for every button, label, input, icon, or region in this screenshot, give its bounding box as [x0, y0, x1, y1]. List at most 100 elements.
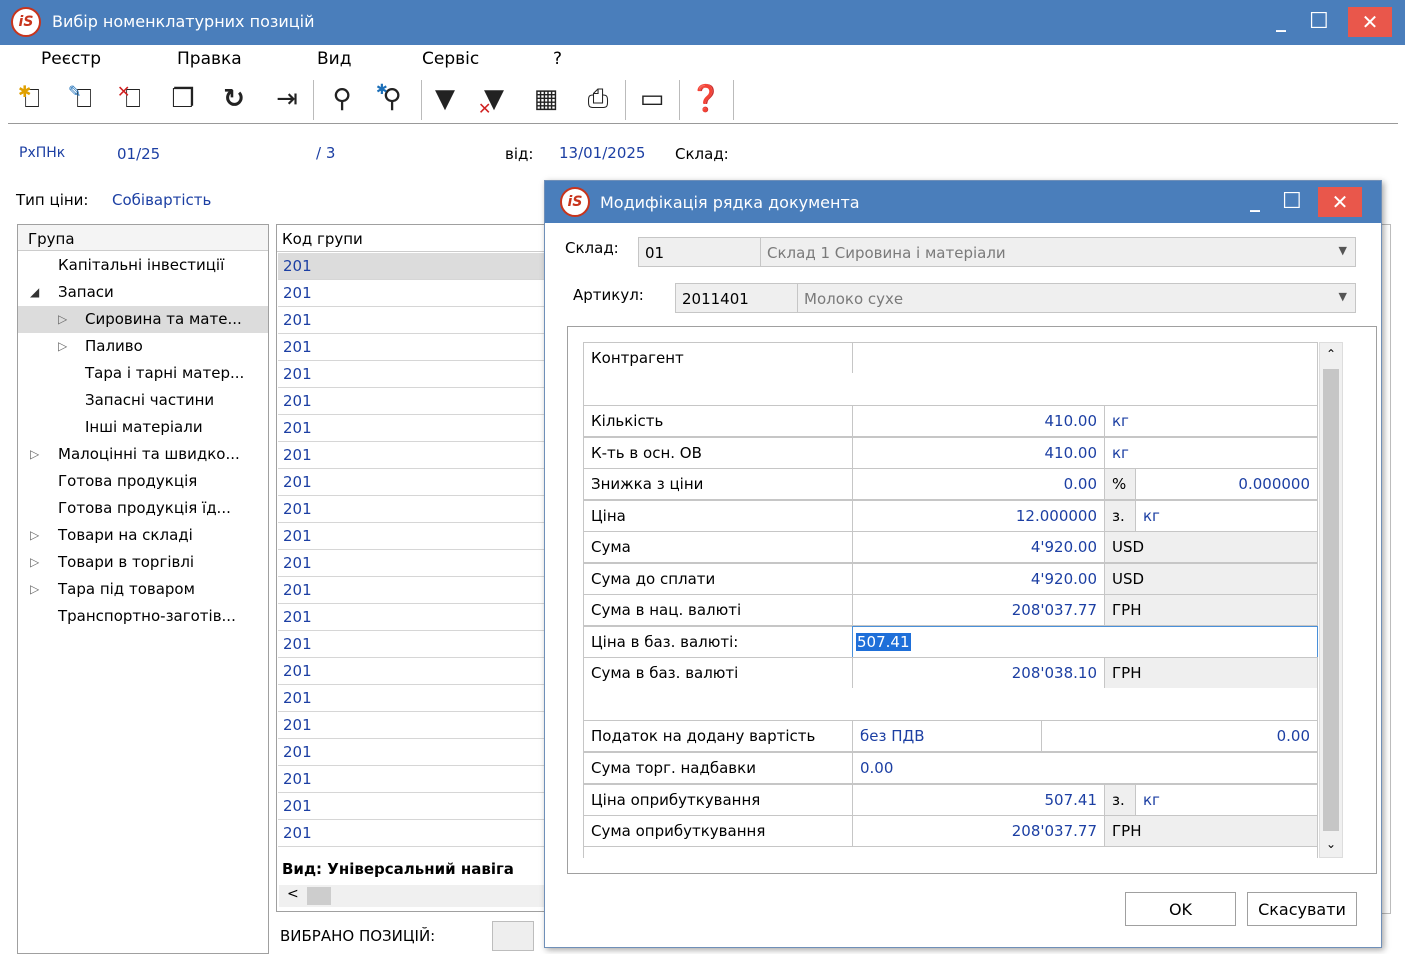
tree-item[interactable]: Інші матеріали [18, 414, 268, 441]
scroll-thumb[interactable] [1323, 369, 1339, 831]
qty-base-field[interactable]: 410.00 [852, 437, 1105, 469]
horizontal-scrollbar[interactable]: < [279, 885, 545, 907]
table-row[interactable]: 201 [278, 658, 546, 685]
table-row[interactable]: 201 [278, 766, 546, 793]
qty-base-label: К-ть в осн. ОВ [583, 437, 853, 469]
dialog-minimize-button[interactable]: _ [1250, 188, 1260, 212]
discount-percent-field[interactable]: 0.000000 [1135, 468, 1318, 500]
close-button[interactable]: ✕ [1348, 7, 1392, 37]
price-type-value[interactable]: Собівартість [112, 191, 211, 209]
export-icon[interactable]: ⇥ [269, 80, 305, 118]
tree-item[interactable]: ◢ Запаси [18, 279, 268, 306]
code-header[interactable]: Код групи [277, 225, 547, 252]
search-next-icon[interactable]: ✱ ⚲ [374, 80, 410, 118]
tree-item[interactable]: ▷ Сировина та мате... [18, 306, 268, 333]
qty-base-unit[interactable]: кг [1104, 437, 1318, 469]
tree-item[interactable]: Запасні частини [18, 387, 268, 414]
refresh-icon[interactable]: ↻ [216, 80, 252, 118]
qty-label: Кількість [583, 405, 853, 437]
menu-help[interactable]: ? [553, 49, 562, 69]
tree-header[interactable]: Група [18, 225, 268, 251]
table-row[interactable]: 201 [278, 550, 546, 577]
table-row[interactable]: 201 [278, 496, 546, 523]
cost-sum-field[interactable]: 208'037.77 [852, 815, 1105, 847]
search-icon[interactable]: ⚲ [324, 80, 360, 118]
table-row[interactable]: 201 [278, 361, 546, 388]
table-row[interactable]: 201 [278, 415, 546, 442]
delete-icon[interactable]: ✕ ⎕ [115, 80, 151, 118]
menu-edit[interactable]: Правка [177, 49, 242, 69]
price-base-label: Ціна в баз. валюті: [583, 626, 853, 658]
dialog-maximize-button[interactable]: ☐ [1282, 189, 1302, 214]
article-code-field[interactable]: 2011401 [675, 283, 798, 313]
tree-item[interactable]: ▷ Товари в торгівлі [18, 549, 268, 576]
markup-field[interactable]: 0.00 [852, 752, 1318, 784]
minimize-button[interactable]: _ [1276, 8, 1286, 32]
warehouse-code-field[interactable]: 01 [638, 237, 761, 267]
sum-nat-currency: ГРН [1104, 594, 1318, 626]
price-field[interactable]: 12.000000 [852, 500, 1105, 532]
table-row[interactable]: 201 [278, 631, 546, 658]
table-row[interactable]: 201 [278, 280, 546, 307]
counterparty-field[interactable] [852, 342, 1318, 374]
table-row[interactable]: 201 [278, 604, 546, 631]
tree-item[interactable]: ▷ Малоцінні та швидко... [18, 441, 268, 468]
warehouse-select[interactable]: Склад 1 Сировина і матеріали ▼ [760, 237, 1356, 267]
tree-item[interactable]: Готова продукція їд... [18, 495, 268, 522]
cost-price-field[interactable]: 507.41 [852, 784, 1105, 816]
edit-icon[interactable]: ✎ ⎕ [66, 80, 102, 118]
menu-registry[interactable]: Реєстр [41, 49, 101, 69]
scroll-left-icon[interactable]: < [287, 886, 299, 902]
price-base-input[interactable]: 507.41 [852, 626, 1318, 658]
tree-item[interactable]: ▷ Тара під товаром [18, 576, 268, 603]
qty-unit[interactable]: кг [1104, 405, 1318, 437]
discount-field[interactable]: 0.00 [852, 468, 1105, 500]
table-row[interactable]: 201 [278, 685, 546, 712]
sum-base-field[interactable]: 208'038.10 [852, 657, 1105, 689]
table-row[interactable]: 201 [278, 793, 546, 820]
ok-button[interactable]: OK [1125, 892, 1236, 926]
tree-item[interactable]: Тара і тарні матер... [18, 360, 268, 387]
copy-icon[interactable]: ❐ [165, 80, 201, 118]
cancel-button[interactable]: Скасувати [1247, 892, 1357, 926]
create-icon[interactable]: ✱ ⎕ [14, 80, 50, 118]
filter-icon[interactable]: ▼ [427, 80, 463, 118]
tree-item[interactable]: Транспортно-заготів... [18, 603, 268, 630]
dialog-close-button[interactable]: ✕ [1318, 187, 1362, 217]
table-row[interactable]: 201 [278, 820, 546, 847]
sum-nat-field[interactable]: 208'037.77 [852, 594, 1105, 626]
table-row[interactable]: 201 [278, 334, 546, 361]
table-row[interactable]: 201 [278, 307, 546, 334]
price-unit[interactable]: кг [1135, 500, 1318, 532]
sum-field[interactable]: 4'920.00 [852, 531, 1105, 563]
table-row[interactable]: 201 [278, 577, 546, 604]
vat-type-field[interactable]: без ПДВ [852, 720, 1042, 752]
menu-service[interactable]: Сервіс [422, 49, 479, 69]
table-row[interactable]: 201 [278, 469, 546, 496]
sum-pay-field[interactable]: 4'920.00 [852, 563, 1105, 595]
tree-item[interactable]: ▷ Паливо [18, 333, 268, 360]
article-select[interactable]: Молоко сухе ▼ [797, 283, 1356, 313]
table-row[interactable]: 201 [278, 523, 546, 550]
tree-item[interactable]: ▷ Товари на складі [18, 522, 268, 549]
scroll-up-icon[interactable]: ⌃ [1326, 347, 1336, 361]
table-row[interactable]: 201 [278, 253, 546, 280]
qty-field[interactable]: 410.00 [852, 405, 1105, 437]
table-row[interactable]: 201 [278, 739, 546, 766]
menu-view[interactable]: Вид [317, 49, 351, 69]
history-icon[interactable]: ⎙ [580, 80, 616, 118]
help-icon[interactable]: ❓ [688, 80, 724, 118]
tree-item[interactable]: Капітальні інвестиції [18, 252, 268, 279]
table-row[interactable]: 201 [278, 712, 546, 739]
table-row[interactable]: 201 [278, 442, 546, 469]
table-icon[interactable]: ▦ [528, 80, 564, 118]
panel-icon[interactable]: ▭ [634, 80, 670, 118]
cost-price-unit[interactable]: кг [1135, 784, 1318, 816]
clear-filter-icon[interactable]: ▼ ✕ [476, 80, 512, 118]
tree-item[interactable]: Готова продукція [18, 468, 268, 495]
vertical-scrollbar[interactable]: ⌃ ⌄ [1319, 342, 1343, 858]
maximize-button[interactable]: ☐ [1309, 9, 1329, 34]
vat-value-field[interactable]: 0.00 [1041, 720, 1318, 752]
scroll-down-icon[interactable]: ⌄ [1326, 837, 1336, 851]
table-row[interactable]: 201 [278, 388, 546, 415]
